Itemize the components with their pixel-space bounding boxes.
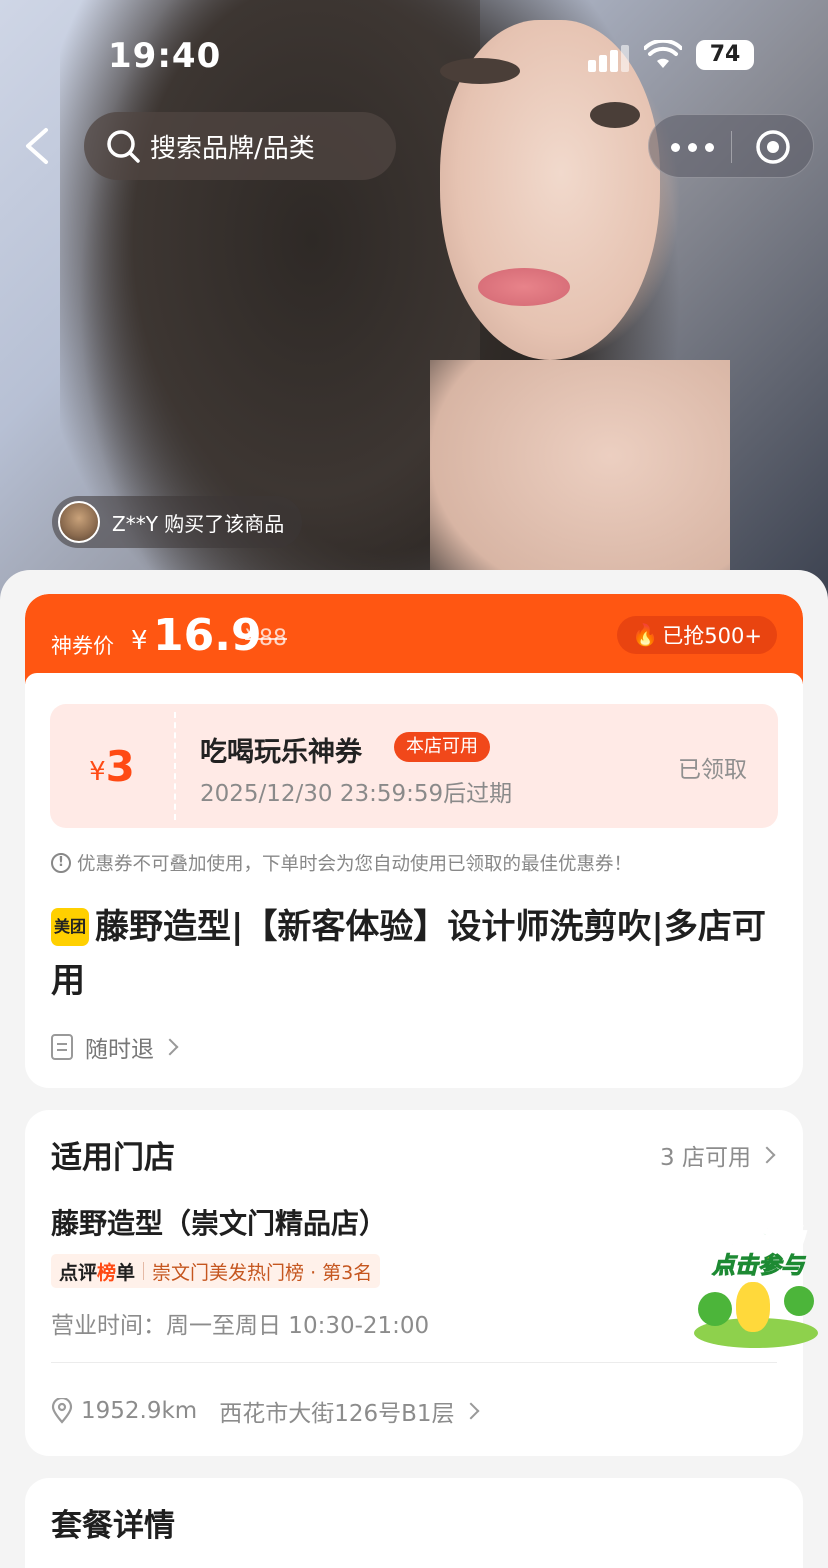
search-icon [107, 130, 140, 163]
coupon-expire: 2025/12/30 23:59:59后过期 [200, 781, 513, 807]
ranking-brand: 点评榜单 [59, 1258, 135, 1285]
search-placeholder: 搜索品牌/品类 [150, 133, 315, 164]
chevron-right-icon [758, 1146, 776, 1164]
notice-text: 优惠券不可叠加使用，下单时会为您自动使用已领取的最佳优惠券！ [77, 854, 633, 875]
ranking-brand-part: 单 [116, 1261, 136, 1284]
ranking-divider [143, 1262, 145, 1280]
close-target-icon[interactable] [755, 129, 791, 165]
ranking-badge[interactable]: 点评榜单 崇文门美发热门榜 · 第3名 [51, 1254, 381, 1288]
coupon-currency: ¥ [89, 757, 106, 787]
mini-program-capsule [648, 114, 814, 178]
location-pin-icon [51, 1398, 73, 1424]
price-currency: ¥ [131, 626, 148, 656]
ranking-brand-part: 点评 [59, 1261, 98, 1284]
recent-buyer-notice: Z**Y 购买了该商品 [52, 496, 302, 548]
status-time: 19:40 [108, 36, 222, 76]
hero-lips [478, 268, 570, 306]
signal-icon [588, 44, 632, 72]
coupon-claimed-button[interactable]: 已领取 [678, 750, 747, 784]
ranking-brand-part: 榜 [97, 1261, 117, 1284]
wifi-icon [644, 40, 682, 68]
store-address[interactable]: 1952.9km 西花市大街126号B1层 [51, 1394, 480, 1428]
sold-count-text: 已抢500+ [662, 624, 762, 648]
search-input[interactable]: 搜索品牌/品类 [84, 112, 396, 180]
price-header: 神券价 ¥ 16.9 ¥88 🔥 已抢500+ [25, 594, 803, 685]
coupon-amount: ¥ 3 [50, 704, 174, 828]
store-card: 适用门店 3 店可用 藤野造型（崇文门精品店） 点评榜单 崇文门美发热门榜 · … [25, 1110, 803, 1456]
coupon-divider [174, 712, 176, 820]
product-title: 美团 藤野造型|【新客体验】设计师洗剪吹|多店可用 [51, 900, 781, 1008]
price-card: 神券价 ¥ 16.9 ¥88 🔥 已抢500+ ¥ 3 吃喝玩乐神券 本店可用 … [25, 594, 803, 1088]
tree-icon [784, 1286, 814, 1316]
meituan-brand-tag: 美团 [51, 908, 89, 946]
tree-icon [698, 1292, 732, 1326]
info-icon: ! [51, 853, 71, 873]
original-price: ¥88 [245, 626, 287, 651]
store-address-text: 西花市大街126号B1层 [219, 1401, 455, 1427]
refund-text: 随时退 [85, 1037, 154, 1063]
package-card: 套餐详情 [25, 1478, 803, 1568]
promo-line-2: 点击参与 [712, 1253, 805, 1280]
buyer-notice-text: Z**Y 购买了该商品 [112, 511, 285, 536]
status-bar: 19:40 74 [0, 0, 828, 110]
price-label: 神券价 [51, 634, 114, 658]
package-heading: 套餐详情 [51, 1508, 175, 1544]
product-detail-page: 19:40 74 搜索品牌/品类 Z**Y 购买了该商品 神券价 ¥ 16.9 … [0, 0, 828, 1568]
mascot-icon [736, 1282, 770, 1332]
back-icon[interactable] [18, 124, 60, 168]
refund-policy[interactable]: 随时退 [51, 1030, 179, 1064]
product-title-text: 藤野造型|【新客体验】设计师洗剪吹|多店可用 [51, 907, 766, 1001]
store-count-text: 3 店可用 [660, 1145, 751, 1171]
battery-icon: 74 [696, 40, 754, 70]
coupon-notice: ! 优惠券不可叠加使用，下单时会为您自动使用已领取的最佳优惠券！ [51, 850, 632, 876]
ranking-text: 崇文门美发热门榜 · 第3名 [152, 1261, 373, 1284]
more-icon[interactable] [671, 135, 715, 159]
chevron-right-icon [462, 1402, 480, 1420]
document-icon [51, 1034, 73, 1060]
avatar [58, 501, 100, 543]
promo-line-1: 激励活动 [712, 1225, 805, 1252]
sold-count-badge: 🔥 已抢500+ [617, 616, 777, 654]
fire-icon: 🔥 [632, 622, 659, 647]
capsule-divider [731, 131, 732, 163]
coupon-title: 吃喝玩乐神券 [200, 737, 362, 768]
promo-float-button[interactable]: 激励活动 点击参与 [692, 1222, 822, 1352]
hero-neck [430, 360, 730, 600]
store-hours: 营业时间：周一至周日 10:30-21:00 [51, 1313, 430, 1339]
coupon-card[interactable]: ¥ 3 吃喝玩乐神券 本店可用 2025/12/30 23:59:59后过期 已… [50, 704, 778, 828]
store-heading: 适用门店 [51, 1140, 175, 1176]
store-name[interactable]: 藤野造型（崇文门精品店） [51, 1202, 387, 1242]
promo-text: 激励活动 点击参与 [696, 1224, 820, 1280]
coupon-amount-value: 3 [105, 741, 135, 791]
divider [51, 1362, 777, 1363]
chevron-right-icon [161, 1038, 179, 1056]
store-count-link[interactable]: 3 店可用 [660, 1138, 776, 1172]
store-distance: 1952.9km [81, 1398, 198, 1424]
coupon-scope-tag: 本店可用 [394, 732, 490, 762]
